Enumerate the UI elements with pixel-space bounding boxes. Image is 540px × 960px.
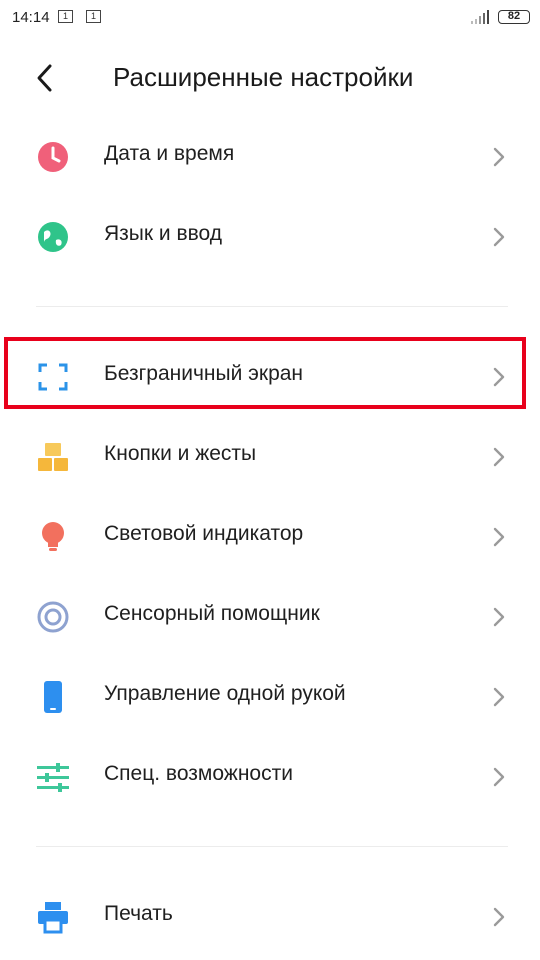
sliders-icon: [37, 763, 69, 792]
clock-icon: [38, 142, 68, 172]
sim2-icon: 1: [86, 10, 101, 23]
divider: [36, 306, 508, 307]
chevron-right-icon: [493, 607, 505, 627]
chevron-right-icon: [493, 767, 505, 787]
globe-icon: [38, 222, 68, 252]
status-time: 14:14: [12, 9, 50, 26]
settings-item-touch-assistant[interactable]: Сенсорный помощник: [0, 577, 540, 657]
settings-item-language-input[interactable]: Язык и ввод: [0, 197, 540, 277]
status-bar: 14:14 1 1 82: [0, 0, 540, 36]
settings-item-buttons-gestures[interactable]: Кнопки и жесты: [0, 417, 540, 497]
chevron-right-icon: [493, 527, 505, 547]
highlight-frame: [4, 337, 526, 409]
divider: [36, 846, 508, 847]
page-title: Расширенные настройки: [113, 62, 414, 92]
settings-item-label: Сенсорный помощник: [104, 602, 320, 625]
buttons-icon: [38, 443, 68, 471]
settings-item-label: Язык и ввод: [104, 222, 223, 245]
target-icon: [37, 601, 69, 633]
printer-icon: [38, 902, 68, 934]
bulb-icon: [42, 522, 64, 551]
chevron-right-icon: [493, 447, 505, 467]
chevron-left-icon: [37, 64, 52, 92]
settings-item-one-handed-mode[interactable]: Управление одной рукой: [0, 657, 540, 737]
settings-item-label: Кнопки и жесты: [104, 442, 257, 465]
chevron-right-icon: [493, 687, 505, 707]
header: Расширенные настройки: [0, 48, 540, 108]
settings-item-light-indicator[interactable]: Световой индикатор: [0, 497, 540, 577]
sim1-icon: 1: [58, 10, 73, 23]
settings-item-date-time[interactable]: Дата и время: [0, 117, 540, 197]
settings-item-label: Управление одной рукой: [104, 682, 346, 705]
battery-icon: 82: [498, 10, 530, 24]
chevron-right-icon: [493, 907, 505, 927]
settings-item-label: Световой индикатор: [104, 522, 304, 545]
chevron-right-icon: [493, 227, 505, 247]
signal-icon: [471, 10, 489, 24]
settings-item-accessibility[interactable]: Спец. возможности: [0, 737, 540, 817]
phone-icon: [44, 681, 62, 713]
settings-item-printing[interactable]: Печать: [0, 877, 540, 957]
settings-item-label: Дата и время: [104, 142, 235, 165]
settings-item-label: Спец. возможности: [104, 762, 293, 785]
chevron-right-icon: [493, 147, 505, 167]
settings-item-label: Печать: [104, 902, 173, 925]
back-button[interactable]: [28, 60, 64, 96]
